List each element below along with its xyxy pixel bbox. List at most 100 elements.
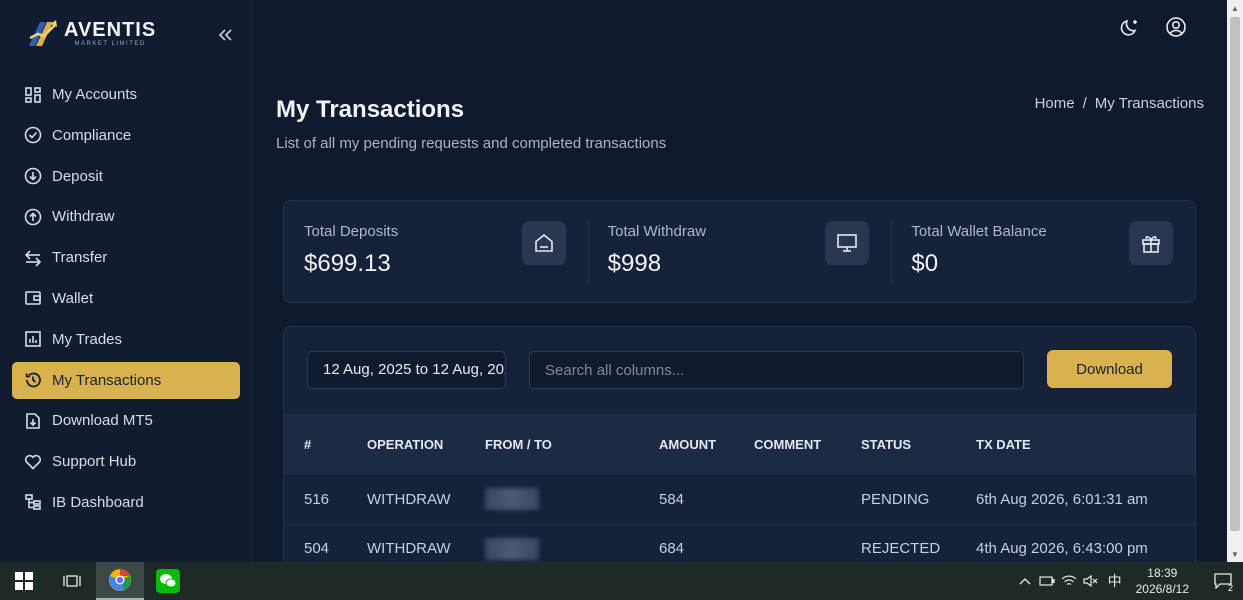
sidebar-item-label: Compliance bbox=[52, 126, 132, 144]
breadcrumb-current: My Transactions bbox=[1094, 95, 1204, 112]
wechat-app-icon bbox=[156, 569, 180, 593]
sidebar-item-label: Deposit bbox=[52, 167, 103, 185]
logo-mark-icon bbox=[26, 16, 60, 50]
sidebar-item-support-hub[interactable]: Support Hub bbox=[12, 443, 240, 480]
history-icon bbox=[24, 371, 42, 389]
clock-time: 18:39 bbox=[1147, 566, 1178, 580]
scroll-down-arrow-icon[interactable]: ▼ bbox=[1227, 546, 1243, 562]
stats-card: Total Deposits $699.13 Total Withdraw $9… bbox=[283, 200, 1196, 303]
user-circle-icon bbox=[1166, 17, 1186, 37]
cell-comment bbox=[734, 524, 841, 565]
page-subtitle: List of all my pending requests and comp… bbox=[276, 135, 667, 152]
sidebar: AVENTIS MARKET LIMITED My Accounts Compl… bbox=[0, 0, 252, 562]
theme-toggle-button[interactable] bbox=[1119, 16, 1141, 38]
taskbar-app-wechat[interactable] bbox=[144, 562, 192, 600]
cell-comment bbox=[734, 475, 841, 524]
collapse-sidebar-button[interactable] bbox=[214, 24, 236, 46]
sidebar-item-transfer[interactable]: Transfer bbox=[12, 239, 240, 276]
redacted-value bbox=[485, 488, 539, 511]
date-range-picker[interactable]: 12 Aug, 2025 to 12 Aug, 2026 bbox=[307, 351, 506, 389]
badge-check-icon bbox=[24, 126, 42, 144]
chart-icon bbox=[24, 330, 42, 348]
sidebar-item-compliance[interactable]: Compliance bbox=[12, 117, 240, 154]
sidebar-item-ib-dashboard[interactable]: IB Dashboard bbox=[12, 484, 240, 521]
battery-icon[interactable] bbox=[1036, 562, 1058, 600]
sidebar-item-deposit[interactable]: Deposit bbox=[12, 158, 240, 195]
breadcrumb-home-link[interactable]: Home bbox=[1035, 95, 1075, 112]
gift-icon bbox=[1129, 221, 1174, 265]
column-header[interactable]: OPERATION bbox=[347, 414, 465, 475]
sidebar-item-wallet[interactable]: Wallet bbox=[12, 280, 240, 317]
page-title: My Transactions bbox=[276, 96, 465, 123]
sidebar-item-label: Wallet bbox=[52, 289, 94, 307]
cell-amount: 584 bbox=[659, 490, 685, 508]
heart-icon bbox=[24, 453, 42, 471]
main-content: My Transactions List of all my pending r… bbox=[253, 0, 1227, 566]
sidebar-item-label: Download MT5 bbox=[52, 412, 153, 430]
cell-status: PENDING bbox=[861, 490, 930, 508]
sidebar-item-label: My Transactions bbox=[52, 371, 162, 389]
scroll-thumb[interactable] bbox=[1230, 17, 1240, 531]
input-method-indicator[interactable]: 中 bbox=[1102, 562, 1128, 600]
transfer-arrows-icon bbox=[24, 249, 42, 267]
system-tray: 中 18:39 2026/8/12 2 bbox=[1014, 562, 1243, 600]
monitor-icon bbox=[825, 221, 870, 265]
cell-from-to bbox=[465, 475, 639, 524]
moon-stars-icon bbox=[1120, 19, 1137, 36]
brand-name: AVENTIS bbox=[64, 18, 157, 41]
download-file-icon bbox=[24, 412, 42, 430]
column-header[interactable]: FROM / TO bbox=[465, 414, 639, 475]
sitemap-icon bbox=[24, 493, 42, 511]
column-header[interactable]: # bbox=[284, 414, 347, 475]
sidebar-item-withdraw[interactable]: Withdraw bbox=[12, 198, 240, 235]
cell-id: 504 bbox=[304, 540, 330, 557]
notification-center-button[interactable]: 2 bbox=[1203, 562, 1243, 600]
chevron-up-icon[interactable] bbox=[1014, 562, 1036, 600]
browser-app-icon bbox=[109, 569, 131, 591]
table-row[interactable]: 516 WITHDRAW 584 PENDING 6th Aug 2026, 6… bbox=[284, 475, 1195, 524]
task-view-button[interactable] bbox=[48, 562, 96, 600]
table-row[interactable]: 504 WITHDRAW 684 REJECTED 4th Aug 2026, … bbox=[284, 524, 1195, 565]
search-input[interactable] bbox=[529, 351, 1024, 389]
sidebar-item-label: IB Dashboard bbox=[52, 493, 144, 511]
sidebar-item-my-transactions[interactable]: My Transactions bbox=[12, 361, 240, 399]
taskbar-app-browser[interactable] bbox=[96, 562, 144, 600]
system-clock[interactable]: 18:39 2026/8/12 bbox=[1128, 565, 1203, 597]
sidebar-item-my-accounts[interactable]: My Accounts bbox=[12, 76, 240, 113]
stat-total-withdraw: Total Withdraw $998 bbox=[587, 201, 892, 302]
scroll-up-arrow-icon[interactable]: ▲ bbox=[1227, 0, 1243, 16]
transactions-table: # OPERATION FROM / TO AMOUNT COMMENT STA… bbox=[284, 414, 1195, 565]
volume-muted-icon[interactable] bbox=[1080, 562, 1102, 600]
arrow-up-circle-icon bbox=[24, 208, 42, 226]
sidebar-item-label: My Trades bbox=[52, 330, 123, 348]
clock-date: 2026/8/12 bbox=[1135, 582, 1189, 596]
brand-subtitle: MARKET LIMITED bbox=[74, 40, 146, 47]
download-button[interactable]: Download bbox=[1047, 350, 1172, 388]
windows-start-button[interactable] bbox=[0, 562, 48, 600]
sidebar-item-label: Withdraw bbox=[52, 208, 115, 226]
sidebar-item-label: Support Hub bbox=[52, 453, 137, 471]
wallet-icon bbox=[24, 289, 42, 307]
transactions-panel: 12 Aug, 2025 to 12 Aug, 2026 Download # … bbox=[283, 326, 1196, 566]
sidebar-item-download-mt5[interactable]: Download MT5 bbox=[12, 402, 240, 439]
brand-logo[interactable]: AVENTIS MARKET LIMITED bbox=[26, 16, 156, 50]
notification-count: 2 bbox=[1227, 583, 1233, 593]
wifi-icon[interactable] bbox=[1058, 562, 1080, 600]
breadcrumb-separator: / bbox=[1082, 95, 1087, 112]
cell-operation: WITHDRAW bbox=[367, 540, 451, 557]
column-header[interactable]: AMOUNT bbox=[639, 414, 734, 475]
page-scrollbar[interactable]: ▲ ▼ bbox=[1227, 0, 1243, 562]
column-header[interactable]: COMMENT bbox=[734, 414, 841, 475]
arrow-down-circle-icon bbox=[24, 167, 42, 185]
windows-logo-icon bbox=[15, 572, 33, 590]
sidebar-nav: My Accounts Compliance Deposit Withdraw … bbox=[12, 76, 240, 525]
double-chevron-left-icon bbox=[218, 29, 232, 41]
cell-operation: WITHDRAW bbox=[367, 490, 451, 508]
sidebar-item-my-trades[interactable]: My Trades bbox=[12, 321, 240, 358]
cell-tx-date: 4th Aug 2026, 6:43:00 pm bbox=[976, 540, 1148, 557]
task-view-icon bbox=[63, 575, 81, 587]
cell-tx-date: 6th Aug 2026, 6:01:31 am bbox=[976, 490, 1148, 508]
column-header[interactable]: TX DATE bbox=[956, 414, 1195, 475]
user-profile-button[interactable] bbox=[1165, 16, 1187, 38]
column-header[interactable]: STATUS bbox=[841, 414, 956, 475]
